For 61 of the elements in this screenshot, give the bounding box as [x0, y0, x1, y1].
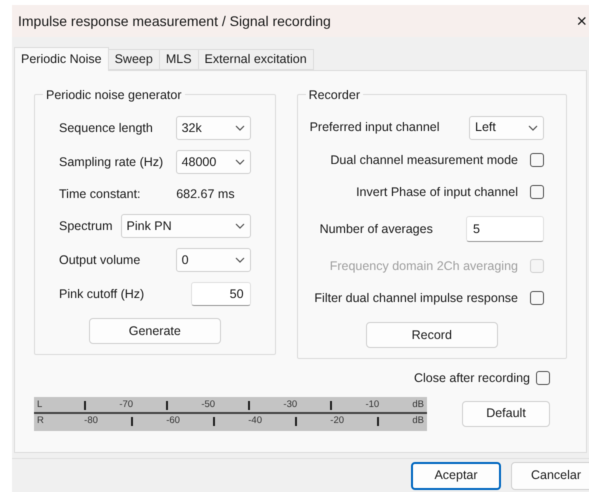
checkbox[interactable]	[530, 153, 544, 167]
dropdown[interactable]: 32k	[176, 116, 251, 140]
input-field[interactable]: 5	[466, 216, 544, 242]
close-button[interactable]: ×	[576, 12, 587, 30]
unit-label: dB	[412, 398, 424, 412]
field-label: Preferred input channel	[310, 119, 440, 136]
scale-label: -20	[330, 414, 344, 428]
field-label: Number of averages	[320, 220, 433, 238]
dropdown[interactable]: 0	[176, 248, 251, 272]
tick-mark	[213, 416, 216, 426]
scale-label: -80	[84, 414, 98, 428]
tick-mark	[84, 400, 86, 410]
scale-label: -30	[283, 398, 298, 412]
field-label: Dual channel measurement mode	[330, 152, 518, 169]
push-button[interactable]: Record	[366, 322, 498, 348]
scale-label: -40	[248, 414, 262, 428]
chevron-down-icon	[234, 257, 245, 263]
scale-label: -50	[201, 398, 216, 412]
chevron-down-icon	[234, 223, 245, 229]
field-label: Pink cutoff (Hz)	[59, 286, 144, 303]
tab[interactable]: Sweep	[108, 49, 160, 70]
checkbox[interactable]	[530, 185, 544, 199]
channel-label: L	[37, 398, 44, 412]
chevron-down-icon	[528, 124, 538, 130]
field-label: Sampling rate (Hz)	[59, 154, 164, 171]
scale-label: -70	[119, 398, 134, 412]
tick-mark	[248, 400, 250, 410]
chevron-down-icon	[234, 125, 245, 131]
tick-mark	[166, 400, 168, 410]
chevron-down-icon	[234, 159, 245, 165]
tab[interactable]: External excitation	[198, 49, 314, 70]
tick-mark	[131, 416, 134, 426]
input-field[interactable]: 50	[190, 282, 251, 306]
field-label: Invert Phase of input channel	[356, 184, 518, 201]
checkbox[interactable]	[536, 371, 550, 386]
field-label: Frequency domain 2Ch averaging	[330, 258, 518, 275]
checkbox-label: Close after recording	[414, 370, 530, 387]
dropdown[interactable]: Left	[469, 116, 544, 140]
dropdown[interactable]: Pink PN	[120, 214, 251, 238]
time-constant-value: 682.67 ms	[176, 186, 235, 203]
field-label: Sequence length	[59, 120, 153, 137]
tick-mark	[377, 416, 380, 426]
checkbox[interactable]	[530, 291, 544, 305]
tick-mark	[330, 400, 332, 410]
unit-label: dB	[412, 414, 424, 428]
field-label: Output volume	[59, 252, 140, 269]
tab[interactable]: MLS	[158, 49, 199, 70]
field-label: Spectrum	[59, 218, 112, 235]
tick-mark	[295, 416, 298, 426]
channel-label: R	[37, 414, 45, 428]
dropdown[interactable]: 48000	[176, 150, 251, 174]
scale-label: -10	[365, 398, 380, 412]
dialog-button[interactable]: Cancelar	[511, 462, 589, 490]
tab[interactable]: Periodic Noise	[14, 47, 109, 71]
dialog-button[interactable]: Aceptar	[411, 462, 501, 490]
field-label: Filter dual channel impulse response	[314, 290, 518, 307]
push-button[interactable]: Default	[462, 400, 550, 427]
push-button[interactable]: Generate	[88, 318, 221, 344]
scale-label: -60	[166, 414, 180, 428]
field-label: Time constant:	[59, 186, 141, 203]
window-title: Impulse response measurement / Signal recording	[18, 12, 331, 31]
